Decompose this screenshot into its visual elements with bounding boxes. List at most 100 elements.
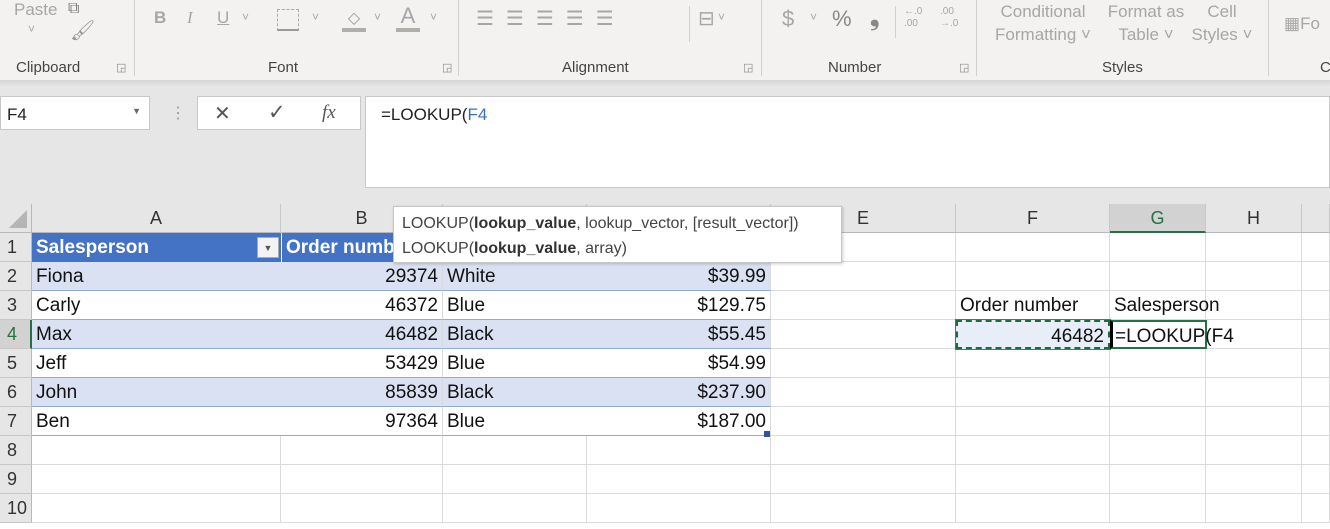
row-header-2[interactable]: 2 [0,262,32,291]
cell[interactable] [443,465,587,494]
chevron-down-icon[interactable]: ˅ [430,10,437,24]
cell[interactable] [1302,465,1330,494]
cell[interactable] [1110,349,1206,378]
chevron-down-icon[interactable]: ˅ [242,10,249,24]
merge-center-icon[interactable]: ⊟ [698,6,715,31]
table-cell[interactable]: $55.45 [587,320,771,349]
chevron-down-icon[interactable]: ˅ [28,22,35,36]
cell[interactable] [1206,349,1302,378]
cell[interactable] [1302,320,1330,349]
cell[interactable] [1206,407,1302,436]
cell[interactable] [1302,436,1330,465]
cell[interactable] [956,349,1110,378]
font-color-button[interactable]: A [396,4,420,32]
cell[interactable] [771,349,956,378]
column-header-partial[interactable] [1302,204,1330,233]
cell[interactable] [771,262,956,291]
cell[interactable] [1110,436,1206,465]
cell[interactable] [587,465,771,494]
cell[interactable] [771,494,956,523]
format-as-table-button[interactable]: Format as Table ˅ [1102,0,1190,46]
chevron-down-icon[interactable]: ˅ [810,10,817,24]
cell[interactable] [1302,233,1330,262]
table-cell[interactable]: Max [32,320,281,349]
cell[interactable] [1110,262,1206,291]
conditional-formatting-button[interactable]: Conditional Formatting ˅ [993,0,1093,46]
column-header-a[interactable]: A [32,204,281,233]
table-cell[interactable]: Blue [443,407,587,436]
cell[interactable] [1302,407,1330,436]
cell[interactable] [32,494,281,523]
table-cell[interactable]: $187.00 [587,407,771,436]
cell[interactable] [771,407,956,436]
cell[interactable] [281,465,443,494]
cell[interactable] [1206,436,1302,465]
cell-f4-reference[interactable]: 46482 [955,319,1111,350]
cell[interactable] [281,436,443,465]
chevron-down-icon[interactable]: ▼ [132,106,141,116]
italic-button[interactable]: I [187,8,193,28]
table-cell[interactable]: 53429 [281,349,443,378]
enter-button[interactable]: ✓ [268,100,286,125]
chevron-down-icon[interactable]: ˅ [374,10,381,24]
cell[interactable] [443,494,587,523]
row-header-4[interactable]: 4 [0,320,32,349]
cancel-button[interactable]: ✕ [214,101,231,126]
cell[interactable] [956,494,1110,523]
cell[interactable] [956,262,1110,291]
table-cell[interactable]: $39.99 [587,262,771,291]
cell[interactable] [956,465,1110,494]
cell[interactable] [771,320,956,349]
row-header-5[interactable]: 5 [0,349,32,378]
dialog-launcher-icon[interactable]: ◲ [442,61,452,74]
table-cell[interactable]: Black [443,378,587,407]
cell[interactable] [1206,262,1302,291]
cell[interactable] [956,407,1110,436]
dialog-launcher-icon[interactable]: ◲ [116,61,126,74]
row-header-10[interactable]: 10 [0,494,32,523]
cell[interactable] [1206,465,1302,494]
table-cell[interactable]: Carly [32,291,281,320]
cell[interactable] [956,233,1110,262]
formula-input[interactable]: =LOOKUP(F4 [365,96,1330,188]
cell[interactable] [1302,494,1330,523]
table-cell[interactable]: Fiona [32,262,281,291]
chevron-down-icon[interactable]: ˅ [312,10,319,24]
row-header-1[interactable]: 1 [0,233,32,262]
table-cell[interactable]: Blue [443,291,587,320]
cell[interactable] [443,436,587,465]
row-header-8[interactable]: 8 [0,436,32,465]
cell[interactable] [281,494,443,523]
bold-button[interactable]: B [154,8,166,28]
cell[interactable] [1206,378,1302,407]
dialog-launcher-icon[interactable]: ◲ [959,61,969,74]
cell[interactable] [587,436,771,465]
insert-function-button[interactable]: fx [322,102,336,124]
cell[interactable] [1110,378,1206,407]
cell[interactable] [32,465,281,494]
format-painter-icon[interactable]: 🖌 [70,18,95,43]
row-header-6[interactable]: 6 [0,378,32,407]
table-cell[interactable]: 46372 [281,291,443,320]
cell[interactable] [771,291,956,320]
row-header-7[interactable]: 7 [0,407,32,436]
cell[interactable] [1206,494,1302,523]
row-header-3[interactable]: 3 [0,291,32,320]
increase-decimal-button[interactable]: ←.0 .00 [904,6,932,30]
table-cell[interactable]: 97364 [281,407,443,436]
cell[interactable] [1302,378,1330,407]
row-header-9[interactable]: 9 [0,465,32,494]
cell[interactable] [1110,407,1206,436]
comma-style-button[interactable]: ❟ [870,4,879,32]
cell[interactable] [771,436,956,465]
cell-g3[interactable]: Salesperson [1110,291,1230,320]
cell[interactable] [771,465,956,494]
currency-button[interactable]: $ [782,6,794,32]
table-cell[interactable]: White [443,262,587,291]
table-cell[interactable]: 29374 [281,262,443,291]
borders-icon[interactable] [277,9,299,31]
fill-color-icon[interactable]: ◇ [342,8,366,32]
select-all-button[interactable] [0,204,32,233]
cell[interactable] [956,378,1110,407]
chevron-down-icon[interactable]: ˅ [718,10,725,24]
